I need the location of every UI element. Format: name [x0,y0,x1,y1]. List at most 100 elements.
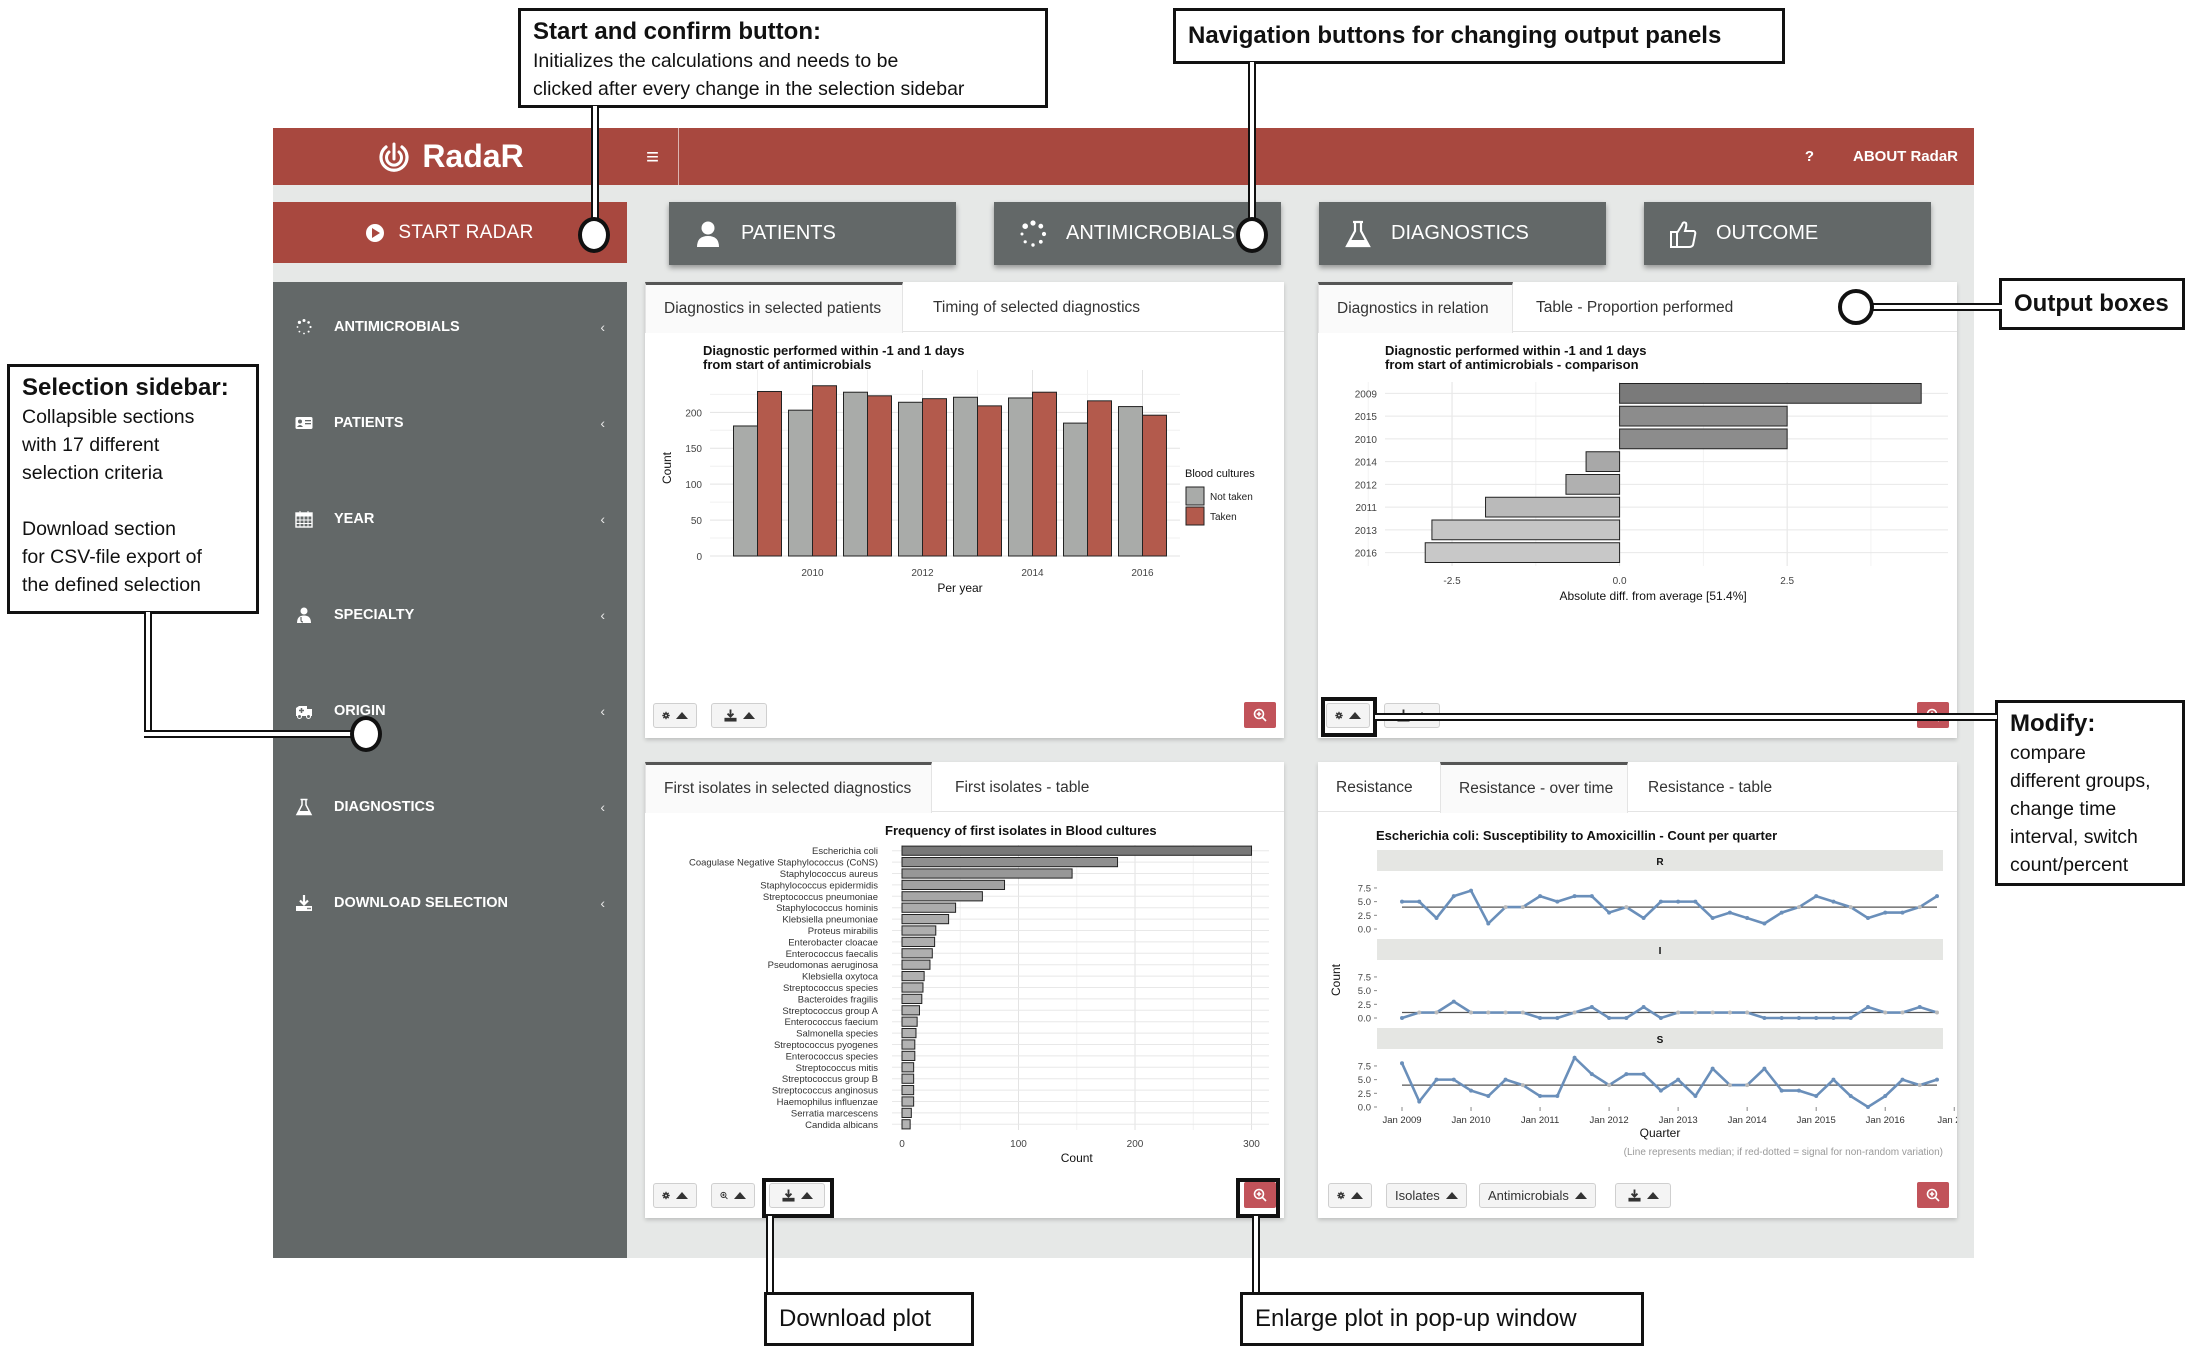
settings-dropdown-button[interactable] [653,703,697,728]
bar-taken [977,405,1002,557]
bar-taken [812,385,837,557]
bar-not-taken [1063,422,1088,557]
y-tick-label: 150 [685,444,702,455]
data-point [1710,1066,1715,1071]
data-point [1417,1099,1422,1104]
settings-dropdown-button[interactable] [1328,1183,1372,1208]
bar [901,1085,915,1096]
sidebar-gap [273,263,627,282]
data-point [1589,1005,1594,1010]
play-circle-icon [366,223,385,242]
enlarge-plot-button[interactable] [1917,1182,1949,1208]
y-tick-label: 0 [696,552,702,563]
callout-selection-sidebar: Selection sidebar: Collapsible sections … [7,364,259,614]
bar [901,948,933,959]
x-tick-label: 2014 [1021,568,1044,579]
data-point [1814,894,1819,899]
data-point [1796,905,1801,910]
sidebar-item-label: PATIENTS [334,415,404,431]
tab-first-isolates-in-selected-diagnostics[interactable]: First isolates in selected diagnostics [645,762,932,813]
tab-resistance-table[interactable]: Resistance - table [1630,762,1790,812]
hamburger-icon: ≡ [646,143,659,169]
y-tick-label: Haemophilus influenzae [777,1097,878,1108]
tab-timing-of-selected-diagnostics[interactable]: Timing of selected diagnostics [915,282,1158,332]
gear-icon [1337,1191,1345,1200]
data-point [1917,1083,1922,1088]
data-point [1779,1088,1784,1093]
x-tick-label: 300 [1243,1139,1260,1150]
y-tick-label: Streptococcus mitis [796,1063,879,1074]
sidebar-item-year[interactable]: YEAR ‹ [273,499,627,539]
flask-icon [1345,220,1371,247]
sidebar-item-label: DIAGNOSTICS [334,799,435,815]
data-point [1417,1010,1422,1015]
nav-button-label: OUTCOME [1716,222,1819,244]
about-link[interactable]: ABOUT RadaR [1853,128,1958,185]
user-icon [697,221,719,247]
tab-table-proportion-performed[interactable]: Table - Proportion performed [1518,282,1751,332]
tab-resistance-over-time[interactable]: Resistance - over time [1440,762,1628,813]
sidebar-toggle-button[interactable]: ≡ [627,128,679,185]
nav-button-patients[interactable]: PATIENTS [669,202,956,265]
sidebar-item-specialty[interactable]: SPECIALTY ‹ [273,595,627,635]
sidebar-item-origin[interactable]: ORIGIN ‹ [273,691,627,731]
app-logo[interactable]: RadaR [273,128,627,185]
output-box-diagnostics-per-year: Diagnostics in selected patients Timing … [645,282,1284,738]
data-point [1555,899,1560,904]
data-point [1727,1010,1732,1015]
callout-connector [1252,1216,1260,1296]
y-tick-label: 5.0 [1358,897,1371,908]
chart-diagnostics-comparison: Diagnostic performed within -1 and 1 day… [1355,343,1948,603]
chart-footnote: (Line represents median; if red-dotted =… [1624,1147,1943,1158]
callout-enlarge-plot: Enlarge plot in pop-up window [1240,1292,1644,1346]
sidebar-item-download-selection[interactable]: DOWNLOAD SELECTION ‹ [273,883,627,923]
isolates-dropdown-button[interactable]: Isolates [1386,1183,1467,1208]
legend-swatch [1185,506,1205,526]
thumbs-up-icon [1670,220,1697,248]
x-axis-label: Per year [937,581,982,595]
tab-resistance[interactable]: Resistance [1318,762,1431,812]
data-point [1503,1010,1508,1015]
zoom-dropdown-button[interactable] [711,1183,755,1208]
series-line-s [1400,1055,1938,1109]
bar-taken [757,390,782,557]
download-dropdown-button[interactable] [711,703,767,728]
y-tick-label: Streptococcus species [783,983,878,994]
y-tick-label: Salmonella species [796,1029,878,1040]
caret-up-icon [1574,1192,1587,1199]
data-point [1658,1016,1663,1020]
antimicrobials-dropdown-button[interactable]: Antimicrobials [1479,1183,1596,1208]
bar-not-taken [733,425,758,557]
x-tick-label: Jan 2012 [1590,1115,1629,1126]
nav-button-diagnostics[interactable]: DIAGNOSTICS [1319,202,1606,265]
enlarge-plot-button[interactable] [1244,702,1276,728]
callout-title: Navigation buttons for changing output p… [1188,22,1722,49]
x-axis-label: Count [1061,1151,1094,1164]
tab-diagnostics-in-selected-patients[interactable]: Diagnostics in selected patients [645,282,903,333]
nav-button-outcome[interactable]: OUTCOME [1644,202,1931,265]
chart-title: Diagnostic performed within -1 and 1 day… [703,343,965,358]
data-point [1865,1105,1870,1109]
callout-connector [144,730,358,738]
spinner-dots-icon [1020,219,1047,247]
tab-diagnostics-in-relation[interactable]: Diagnostics in relation [1318,282,1513,333]
sidebar-item-patients[interactable]: PATIENTS ‹ [273,403,627,443]
tab-first-isolates-table[interactable]: First isolates - table [937,762,1107,812]
gear-icon [662,1191,670,1200]
help-link[interactable]: ? [1805,128,1814,185]
settings-dropdown-button[interactable] [653,1183,697,1208]
x-axis-label: Absolute diff. from average [51.4%] [1559,589,1746,603]
start-radar-button[interactable]: START RADAR [273,202,627,263]
callout-body-line: the defined selection [22,574,201,596]
x-tick-label: Jan 2009 [1382,1115,1421,1126]
bar [901,902,957,913]
download-dropdown-button[interactable] [1615,1183,1671,1208]
callout-connector [1375,713,1997,721]
chart-diagnostics-per-year: Diagnostic performed within -1 and 1 day… [660,343,1255,595]
sidebar-item-diagnostics[interactable]: DIAGNOSTICS ‹ [273,787,627,827]
sidebar-item-antimicrobials[interactable]: ANTIMICROBIALS ‹ [273,307,627,347]
data-point [1641,1005,1646,1010]
data-point [1538,1016,1543,1020]
bar-not-taken [898,401,923,557]
callout-modify: Modify: compare different groups, change… [1995,700,2185,886]
